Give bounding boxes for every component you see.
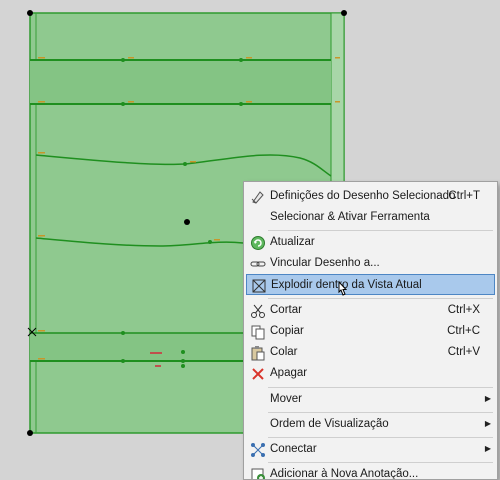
- menu-item-label: Ordem de Visualização: [270, 418, 389, 430]
- menu-item-paste[interactable]: Colar Ctrl+V: [246, 342, 495, 363]
- menu-item-label: Atualizar: [270, 236, 315, 248]
- submenu-arrow-icon: ▶: [485, 444, 491, 453]
- paste-icon: [249, 344, 267, 361]
- scissors-icon: [249, 302, 267, 319]
- menu-item-label: Conectar: [270, 443, 317, 455]
- explode-icon: [250, 277, 268, 294]
- menu-separator: [268, 412, 493, 413]
- menu-item-move[interactable]: Mover ▶: [246, 389, 495, 410]
- mouse-cursor-icon: [335, 281, 349, 299]
- menu-item-shortcut: Ctrl+V: [448, 346, 480, 358]
- menu-item-link-drawing[interactable]: Vincular Desenho a...: [246, 253, 495, 274]
- menu-separator: [268, 230, 493, 231]
- menu-separator: [268, 298, 493, 299]
- menu-item-shortcut: Ctrl+X: [448, 304, 480, 316]
- menu-item-label: Apagar: [270, 367, 307, 379]
- menu-item-label: Cortar: [270, 304, 302, 316]
- refresh-icon: [249, 234, 267, 251]
- floor-band-top: [30, 58, 331, 106]
- menu-item-shortcut: Ctrl+C: [447, 325, 480, 337]
- menu-item-copy[interactable]: Copiar Ctrl+C: [246, 321, 495, 342]
- menu-item-explode-current-view[interactable]: Explodir dentro da Vista Atual: [246, 274, 495, 295]
- menu-item-label: Mover: [270, 393, 302, 405]
- drawing-settings-icon: [249, 188, 267, 205]
- menu-separator: [268, 462, 493, 463]
- menu-item-label: Colar: [270, 346, 297, 358]
- menu-item-label: Adicionar à Nova Anotação...: [270, 468, 418, 480]
- context-menu: Definições do Desenho Selecionado Ctrl+T…: [243, 181, 498, 480]
- menu-item-shortcut: Ctrl+T: [448, 190, 480, 202]
- menu-item-label: Selecionar & Ativar Ferramenta: [270, 211, 430, 223]
- menu-item-label: Copiar: [270, 325, 304, 337]
- menu-item-cut[interactable]: Cortar Ctrl+X: [246, 300, 495, 321]
- menu-item-refresh[interactable]: Atualizar: [246, 232, 495, 253]
- connect-icon: [249, 441, 267, 458]
- submenu-arrow-icon: ▶: [485, 419, 491, 428]
- menu-item-connect[interactable]: Conectar ▶: [246, 439, 495, 460]
- link-drawing-icon: [249, 255, 267, 272]
- menu-separator: [268, 387, 493, 388]
- menu-item-select-activate-tool[interactable]: Selecionar & Ativar Ferramenta: [246, 207, 495, 228]
- menu-item-display-order[interactable]: Ordem de Visualização ▶: [246, 414, 495, 435]
- delete-x-icon: [249, 365, 267, 382]
- menu-item-delete[interactable]: Apagar: [246, 363, 495, 384]
- menu-item-label: Vincular Desenho a...: [270, 257, 380, 269]
- copy-icon: [249, 323, 267, 340]
- menu-item-label: Definições do Desenho Selecionado: [270, 190, 455, 202]
- menu-separator: [268, 437, 493, 438]
- menu-item-drawing-settings[interactable]: Definições do Desenho Selecionado Ctrl+T: [246, 186, 495, 207]
- submenu-arrow-icon: ▶: [485, 394, 491, 403]
